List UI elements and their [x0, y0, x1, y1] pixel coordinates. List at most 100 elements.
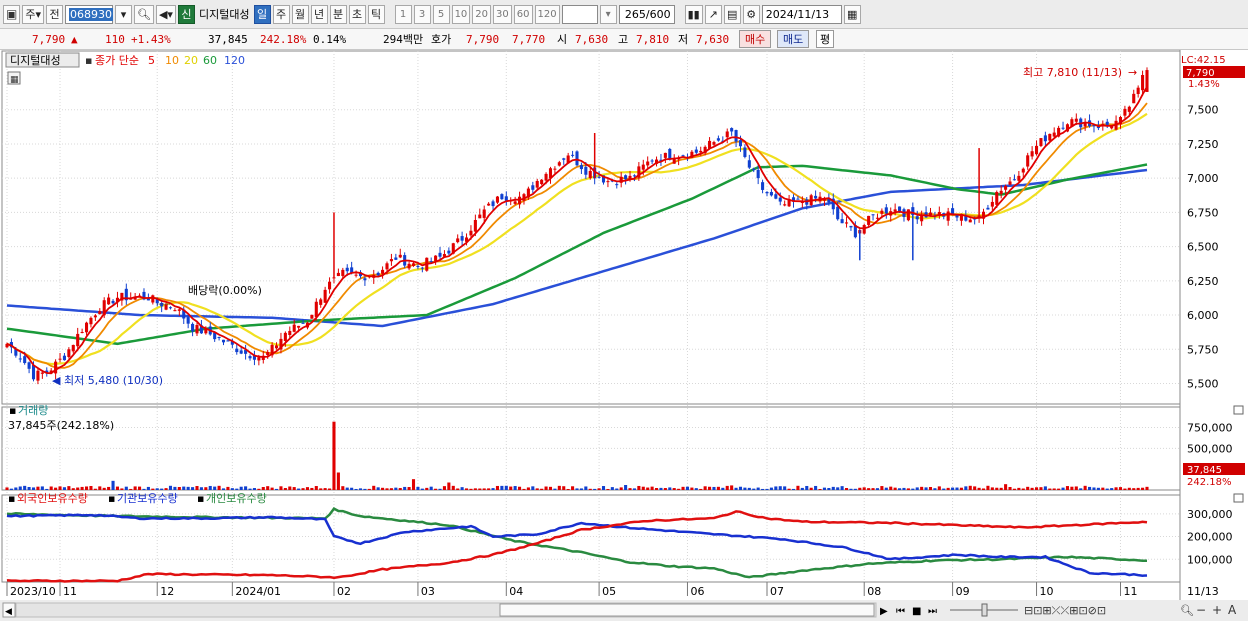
- candle-body: [995, 192, 999, 205]
- candle-body: [164, 304, 168, 310]
- minute-60-label: 60: [516, 8, 530, 20]
- minute-3[interactable]: 3: [413, 4, 431, 24]
- minute-1[interactable]: 1: [394, 4, 412, 24]
- toolbar: ▣ 주 ▾ 전 068930 ▾ 🔍︎ ◀▾ 신 디지털대성 일 주 월 년 분 …: [0, 0, 1248, 29]
- custom-period-input[interactable]: [561, 4, 598, 24]
- tab-tick[interactable]: 틱: [367, 4, 385, 24]
- minute-5[interactable]: 5: [432, 4, 450, 24]
- volume-bar: [562, 486, 566, 490]
- minute-60[interactable]: 60: [513, 4, 533, 24]
- minute-30[interactable]: 30: [493, 4, 512, 24]
- volume-bar: [765, 488, 769, 490]
- candle-body: [341, 269, 345, 276]
- period-select[interactable]: 주 ▾: [22, 4, 44, 24]
- volume-bar: [734, 487, 738, 490]
- candle-body: [297, 325, 301, 328]
- prev-button[interactable]: 전: [46, 4, 63, 24]
- tab-year[interactable]: 년: [310, 4, 328, 24]
- scroll-right-icon[interactable]: ▶: [880, 606, 888, 617]
- scroll-thumb[interactable]: [499, 603, 875, 617]
- plus-icon[interactable]: +: [1212, 603, 1222, 617]
- calendar-icon[interactable]: ▦: [843, 4, 861, 24]
- volume-bar: [283, 487, 287, 490]
- layout-icon[interactable]: ▣: [3, 4, 21, 24]
- volume-bar: [540, 488, 544, 490]
- volume-bar: [628, 488, 632, 490]
- stock-chart[interactable]: 7,500 7,250 7,000 6,750 6,500 6,250 6,000 5,750…: [0, 50, 1248, 621]
- stock-code-value: 068930: [69, 7, 113, 21]
- zoom-slider-handle[interactable]: [981, 603, 988, 617]
- candle-body: [544, 173, 548, 181]
- volume-bar: [354, 488, 358, 490]
- scroll-left-icon: ◀: [5, 607, 12, 617]
- volume-bar: [593, 488, 597, 490]
- buy-button-label: 매수: [745, 33, 766, 46]
- minute-10[interactable]: 10: [451, 4, 471, 24]
- tab-day[interactable]: 일: [253, 4, 271, 24]
- volume-bar: [650, 486, 654, 490]
- candle-body: [336, 272, 340, 277]
- eval-button[interactable]: 평: [816, 30, 835, 48]
- tab-minute[interactable]: 분: [329, 4, 347, 24]
- candle-body: [235, 348, 239, 353]
- tool-icon-1[interactable]: ⊟⊡⊞⤫⤫⊞⊡⊘⊡: [1024, 604, 1106, 617]
- volume-bar: [884, 487, 888, 490]
- speaker-icon[interactable]: ◀▾: [155, 4, 176, 24]
- volume-bar: [1123, 488, 1127, 490]
- tab-month[interactable]: 월: [291, 4, 309, 24]
- zoom-icon[interactable]: 🔍︎: [1180, 604, 1194, 617]
- buy-button[interactable]: 매수: [739, 30, 772, 48]
- date-input[interactable]: 2024/11/13: [761, 4, 842, 24]
- minus-icon[interactable]: −: [1196, 603, 1206, 617]
- volume-bar: [818, 488, 822, 490]
- volume-bar: [743, 487, 747, 490]
- candle-body: [752, 168, 756, 171]
- volume-bar: [1088, 486, 1092, 490]
- candle-body: [641, 164, 645, 170]
- stop-icon[interactable]: ■: [912, 606, 921, 617]
- volume-bar: [677, 488, 681, 490]
- x-last-date: 11/13: [1187, 585, 1219, 598]
- minute-30-label: 30: [496, 8, 509, 20]
- volume-bar: [526, 487, 530, 490]
- save-icon[interactable]: ▤: [723, 4, 741, 24]
- volume-bar: [827, 487, 831, 490]
- rewind-icon[interactable]: ⏮: [896, 606, 905, 617]
- volume-close-icon[interactable]: [1233, 405, 1244, 415]
- volume-bar: [575, 488, 579, 490]
- volume-bar: [787, 488, 791, 490]
- candle-body: [814, 195, 818, 199]
- candle-body: [429, 261, 433, 263]
- volume-bar: [36, 486, 40, 490]
- fast-forward-icon[interactable]: ⏭: [928, 606, 937, 617]
- volume-bar: [703, 486, 707, 490]
- count-input[interactable]: 265/600: [618, 4, 675, 24]
- candle-body: [1030, 151, 1034, 157]
- count-value: 265: [624, 7, 646, 21]
- minute-120[interactable]: 120: [534, 4, 560, 24]
- sell-button[interactable]: 매도: [777, 30, 810, 48]
- tab-week[interactable]: 주: [272, 4, 290, 24]
- volume-bar: [5, 487, 9, 490]
- minute-20[interactable]: 20: [472, 4, 492, 24]
- candle-type-icon[interactable]: ▮▮: [684, 4, 703, 24]
- font-size-icon[interactable]: A: [1228, 603, 1237, 617]
- holdings-close-icon[interactable]: [1233, 493, 1244, 503]
- volume-bar: [668, 487, 672, 490]
- draw-tool-icon[interactable]: ↗: [704, 4, 722, 24]
- custom-period-dropdown-icon[interactable]: ▾: [599, 4, 617, 24]
- stock-code-input[interactable]: 068930: [65, 4, 113, 24]
- volume-bar: [93, 488, 97, 490]
- code-dropdown-icon[interactable]: ▾: [115, 4, 132, 24]
- volume-bar: [911, 488, 915, 490]
- candle-body: [650, 160, 654, 162]
- tab-second[interactable]: 초: [348, 4, 366, 24]
- candle-body: [1008, 181, 1012, 185]
- search-icon[interactable]: 🔍︎: [134, 4, 154, 24]
- gear-icon[interactable]: ⚙: [742, 4, 760, 24]
- volume-bar: [1008, 487, 1012, 490]
- table-toggle-glyph: ▦: [10, 75, 19, 85]
- candle-body: [416, 266, 420, 268]
- candle-body: [915, 216, 919, 220]
- x-tick-label: 05: [602, 585, 616, 598]
